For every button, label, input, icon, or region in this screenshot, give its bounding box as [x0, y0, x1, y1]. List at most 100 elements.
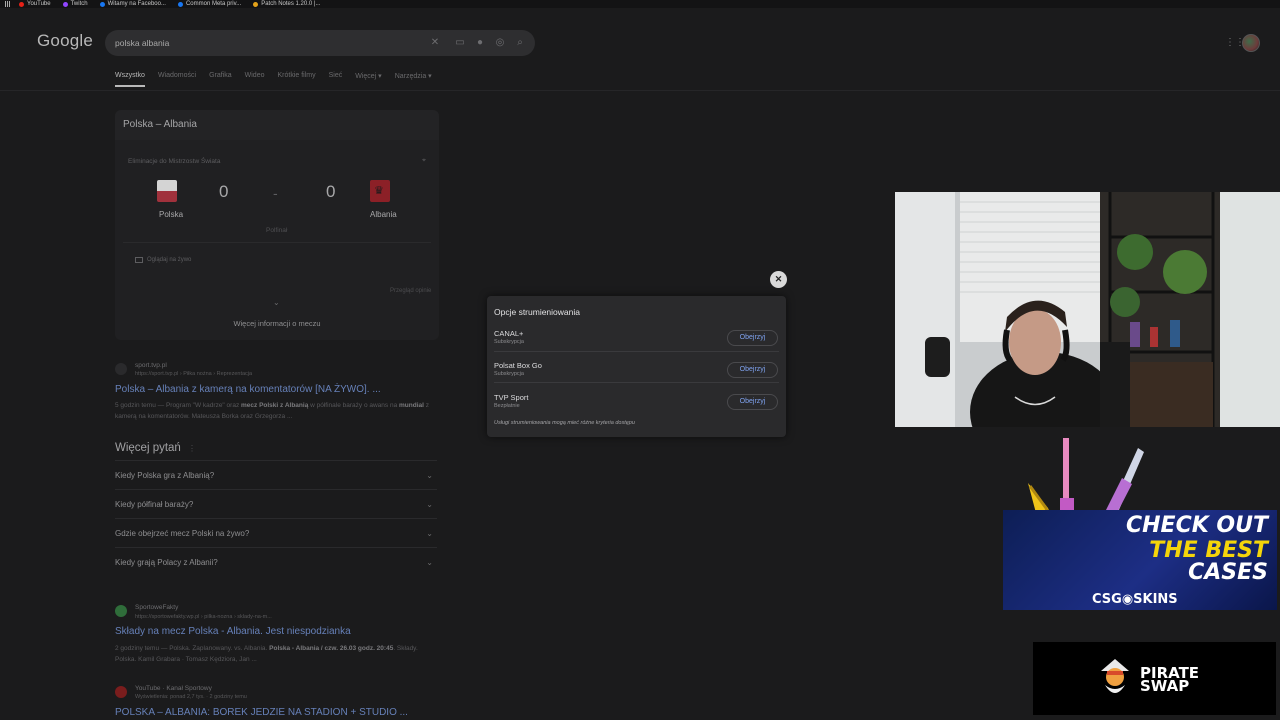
bookmark-twitch[interactable]: Twitch	[62, 1, 88, 7]
question-row[interactable]: Kiedy półfinał baraży? ⌄	[115, 489, 437, 518]
divider	[494, 351, 779, 352]
streaming-options-dialog: Opcje strumieniowania CANAL+ Subskrypcja…	[487, 296, 786, 437]
question-text: Gdzie obejrzeć mecz Polski na żywo?	[115, 528, 250, 538]
divider	[494, 382, 779, 383]
search-icon[interactable]: ⌕	[515, 38, 525, 48]
question-row[interactable]: Kiedy Polska gra z Albanią? ⌄	[115, 460, 437, 489]
tab-web[interactable]: Sieć	[329, 72, 343, 87]
facebook-icon	[99, 1, 105, 7]
card-divider	[123, 242, 431, 243]
question-text: Kiedy grają Polacy z Albanii?	[115, 557, 218, 567]
more-info-link[interactable]: Więcej informacji o meczu	[115, 319, 439, 328]
ad-headline-3: CASES	[1188, 560, 1268, 585]
snippet-text: 5 godzin temu — Program "W kadrze" oraz	[115, 402, 241, 409]
more-options-icon[interactable]: ⋮	[188, 444, 196, 453]
tab-images[interactable]: Grafika	[209, 72, 232, 87]
chevron-down-icon[interactable]: ⌄	[273, 298, 280, 307]
dialog-footer-note: Usługi strumieniowania mogą mieć różne k…	[494, 420, 635, 426]
clear-icon[interactable]: ✕	[430, 38, 440, 48]
chevron-down-icon: ⌄	[426, 499, 433, 509]
twitch-icon	[62, 1, 68, 7]
match-card: Polska – Albania Eliminacje do Mistrzost…	[115, 110, 439, 340]
bookmarks-bar: YouTube Twitch Witamy na Faceboo... Comm…	[0, 0, 1280, 8]
result-title[interactable]: Składy na mecz Polska - Albania. Jest ni…	[115, 626, 351, 637]
bookmark-youtube[interactable]: YouTube	[19, 1, 51, 7]
tab-tools[interactable]: Narzędzia ▾	[395, 72, 432, 87]
browser-page: YouTube Twitch Witamy na Faceboo... Comm…	[0, 0, 1280, 720]
snippet-text: 2 godziny temu — Polska. Zaplanowany. vs…	[115, 645, 270, 652]
tab-more[interactable]: Więcej ▾	[355, 72, 381, 87]
result-title[interactable]: POLSKA – ALBANIA: BOREK JEDZIE NA STADIO…	[115, 707, 408, 718]
bookmark-label: Patch Notes 1.20.0 |...	[261, 1, 321, 7]
patch-notes-icon	[253, 1, 259, 7]
pin-icon[interactable]: ⌖	[422, 157, 426, 165]
home-score: 0	[219, 182, 229, 201]
facebook-icon	[177, 1, 183, 7]
snippet-bold: Polska - Albania / czw. 26.03 godz. 20:4…	[269, 645, 394, 652]
watch-button[interactable]: Obejrzyj	[727, 330, 778, 346]
bookmark-meta[interactable]: Common Meta priv...	[177, 1, 242, 7]
question-row[interactable]: Kiedy grają Polacy z Albanii? ⌄	[115, 547, 437, 576]
result-site[interactable]: SportoweFakty	[135, 604, 178, 611]
score-separator: -	[273, 185, 278, 201]
more-questions-title: Więcej pytań	[115, 442, 181, 454]
result-url: Wyświetlenia: ponad 2,7 tys. · 2 godziny…	[135, 694, 247, 700]
pirateswap-logo-text: PIRATE SWAP	[1140, 666, 1199, 694]
chevron-down-icon: ⌄	[426, 557, 433, 567]
bookmark-label: YouTube	[27, 1, 51, 7]
lens-icon[interactable]: ◎	[495, 38, 505, 48]
apps-grid-icon[interactable]	[5, 1, 11, 7]
bookmark-label: Common Meta priv...	[185, 1, 242, 7]
csgoskins-logo: CSG◉SKINS	[1092, 592, 1178, 607]
google-apps-icon[interactable]: ⋮⋮	[1225, 38, 1245, 48]
service-note: Subskrypcja	[494, 339, 524, 345]
pirate-mascot-icon	[1101, 659, 1129, 693]
tab-videos[interactable]: Wideo	[245, 72, 265, 87]
close-icon[interactable]: ✕	[770, 271, 787, 288]
tab-short-videos[interactable]: Krótkie filmy	[277, 72, 315, 87]
microphone-icon[interactable]: ●	[475, 38, 485, 48]
result-site[interactable]: sport.tvp.pl	[135, 362, 167, 369]
search-query: polska albania	[115, 38, 170, 48]
result-snippet: 2 godziny temu — Polska. Zaplanowany. vs…	[115, 643, 435, 665]
result-url[interactable]: https://sport.tvp.pl › Piłka nożna › Rep…	[135, 371, 252, 377]
match-stage: Polfinał	[266, 227, 288, 234]
csgoskins-ad-banner[interactable]: CHECK OUT THE BEST CASES CSG◉SKINS	[1003, 510, 1277, 610]
summary-link[interactable]: Przegląd opinie	[390, 288, 431, 294]
tv-icon	[135, 257, 143, 263]
service-name: CANAL+	[494, 329, 524, 338]
question-row[interactable]: Gdzie obejrzeć mecz Polski na żywo? ⌄	[115, 518, 437, 547]
pirateswap-ad-banner[interactable]: PIRATE SWAP	[1033, 642, 1276, 715]
google-logo[interactable]: Google	[37, 31, 93, 51]
service-name: TVP Sport	[494, 393, 529, 402]
chevron-down-icon: ⌄	[426, 528, 433, 538]
match-title[interactable]: Polska – Albania	[123, 119, 197, 130]
tab-all[interactable]: Wszystko	[115, 72, 145, 87]
youtube-icon	[115, 686, 127, 698]
header-divider	[0, 90, 1280, 91]
search-tabs: Wszystko Wiadomości Grafika Wideo Krótki…	[115, 72, 445, 87]
service-note: Subskrypcja	[494, 371, 524, 377]
watch-button[interactable]: Obejrzyj	[727, 394, 778, 410]
result-site[interactable]: YouTube · Kanał Sportowy	[135, 685, 212, 692]
question-text: Kiedy półfinał baraży?	[115, 499, 194, 509]
watch-live-link[interactable]: Oglądaj na żywo	[135, 257, 191, 263]
bookmark-patch-notes[interactable]: Patch Notes 1.20.0 |...	[253, 1, 320, 7]
streaming-service-polsat-box-go: Polsat Box Go Subskrypcja Obejrzyj	[487, 358, 786, 389]
bookmark-label: Twitch	[70, 1, 88, 7]
result-url[interactable]: https://sportowefakty.wp.pl › pilka-nozn…	[135, 614, 272, 620]
away-team-name[interactable]: Albania	[370, 210, 397, 219]
bookmark-facebook[interactable]: Witamy na Faceboo...	[99, 1, 166, 7]
service-name: Polsat Box Go	[494, 361, 542, 370]
sportowefakty-favicon-icon	[115, 605, 127, 617]
result-title[interactable]: Polska – Albania z kamerą na komentatoró…	[115, 384, 381, 395]
search-input[interactable]: polska albania ✕ ▭ ● ◎ ⌕	[105, 30, 535, 56]
tab-news[interactable]: Wiadomości	[158, 72, 196, 87]
streaming-service-canal-plus: CANAL+ Subskrypcja Obejrzyj	[487, 326, 786, 357]
snippet-bold: mecz Polski z Albanią	[241, 402, 309, 409]
avatar[interactable]	[1242, 34, 1260, 52]
snippet-bold: mundial	[399, 402, 424, 409]
home-team-name[interactable]: Polska	[159, 210, 183, 219]
watch-button[interactable]: Obejrzyj	[727, 362, 778, 378]
keyboard-icon[interactable]: ▭	[455, 38, 465, 48]
